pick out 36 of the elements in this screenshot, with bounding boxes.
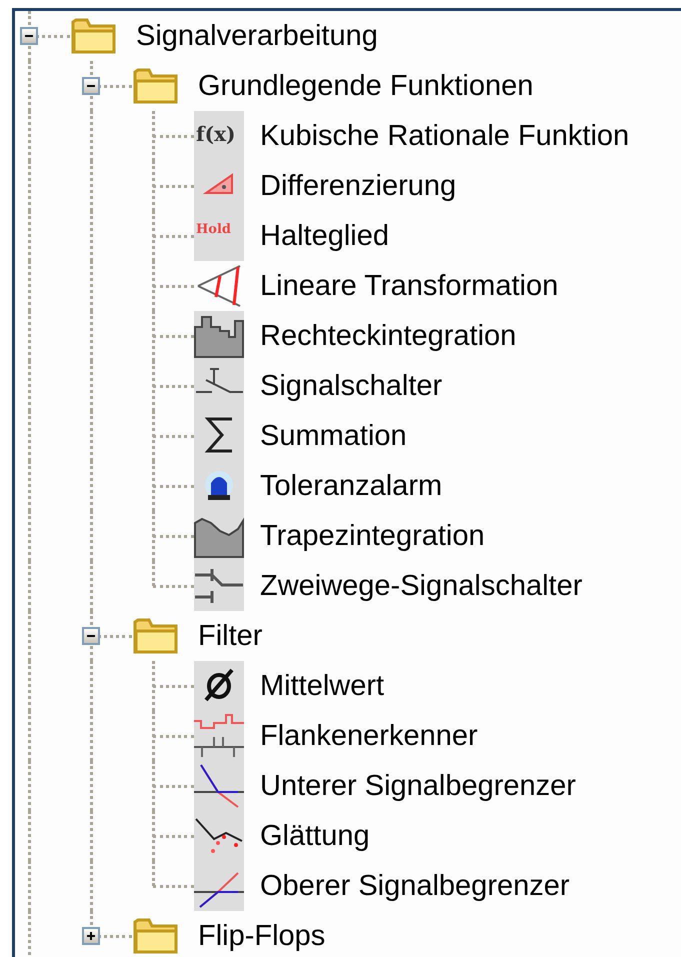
tree-toggle[interactable] <box>20 27 38 45</box>
hold-icon: Hold <box>194 211 244 261</box>
bar-graph-icon <box>194 311 244 361</box>
tree-toggle[interactable] <box>82 627 100 645</box>
tree-item-label[interactable]: Grundlegende Funktionen <box>198 72 534 100</box>
tree-item-label[interactable]: Unterer Signalbegrenzer <box>260 772 576 800</box>
tree-item-label[interactable]: Flankenerkenner <box>260 722 478 750</box>
tree-item-label[interactable]: Halteglied <box>260 222 389 250</box>
tree-item-label[interactable]: Zweiwege-Signalschalter <box>260 572 582 600</box>
diameter-icon <box>194 661 244 711</box>
tree-item-label[interactable]: Trapezintegration <box>260 522 485 550</box>
tree-item-label[interactable]: Kubische Rationale Funktion <box>260 122 630 150</box>
plus-icon <box>86 931 96 941</box>
tree-item-label[interactable]: Signalschalter <box>260 372 442 400</box>
limiter-icon <box>194 861 244 911</box>
tree-item-label[interactable]: Glättung <box>260 822 370 850</box>
tree-item-label[interactable]: Differenzierung <box>260 172 456 200</box>
tree-toggle[interactable] <box>82 77 100 95</box>
tree-item-label[interactable]: Oberer Signalbegrenzer <box>260 872 570 900</box>
tree-item-label[interactable]: Summation <box>260 422 407 450</box>
tree-item-label[interactable]: Signalverarbeitung <box>136 22 378 50</box>
tree-item-label[interactable]: Mittelwert <box>260 672 384 700</box>
switch-icon <box>194 561 244 611</box>
tree-item-label[interactable]: Flip-Flops <box>198 922 326 950</box>
folder-icon <box>132 916 180 956</box>
tree-toggle[interactable] <box>82 927 100 945</box>
function-icon: f(x) <box>194 111 244 161</box>
tree-item-label[interactable]: Filter <box>198 622 262 650</box>
folder-icon <box>132 66 180 106</box>
tree-item-label[interactable]: Toleranzalarm <box>260 472 442 500</box>
folder-icon <box>70 16 118 56</box>
bar-graph-icon <box>194 511 244 561</box>
tree-item-label[interactable]: Rechteckintegration <box>260 322 516 350</box>
tree-item-label[interactable]: Lineare Transformation <box>260 272 558 300</box>
switch-icon <box>194 361 244 411</box>
folder-icon <box>132 616 180 656</box>
